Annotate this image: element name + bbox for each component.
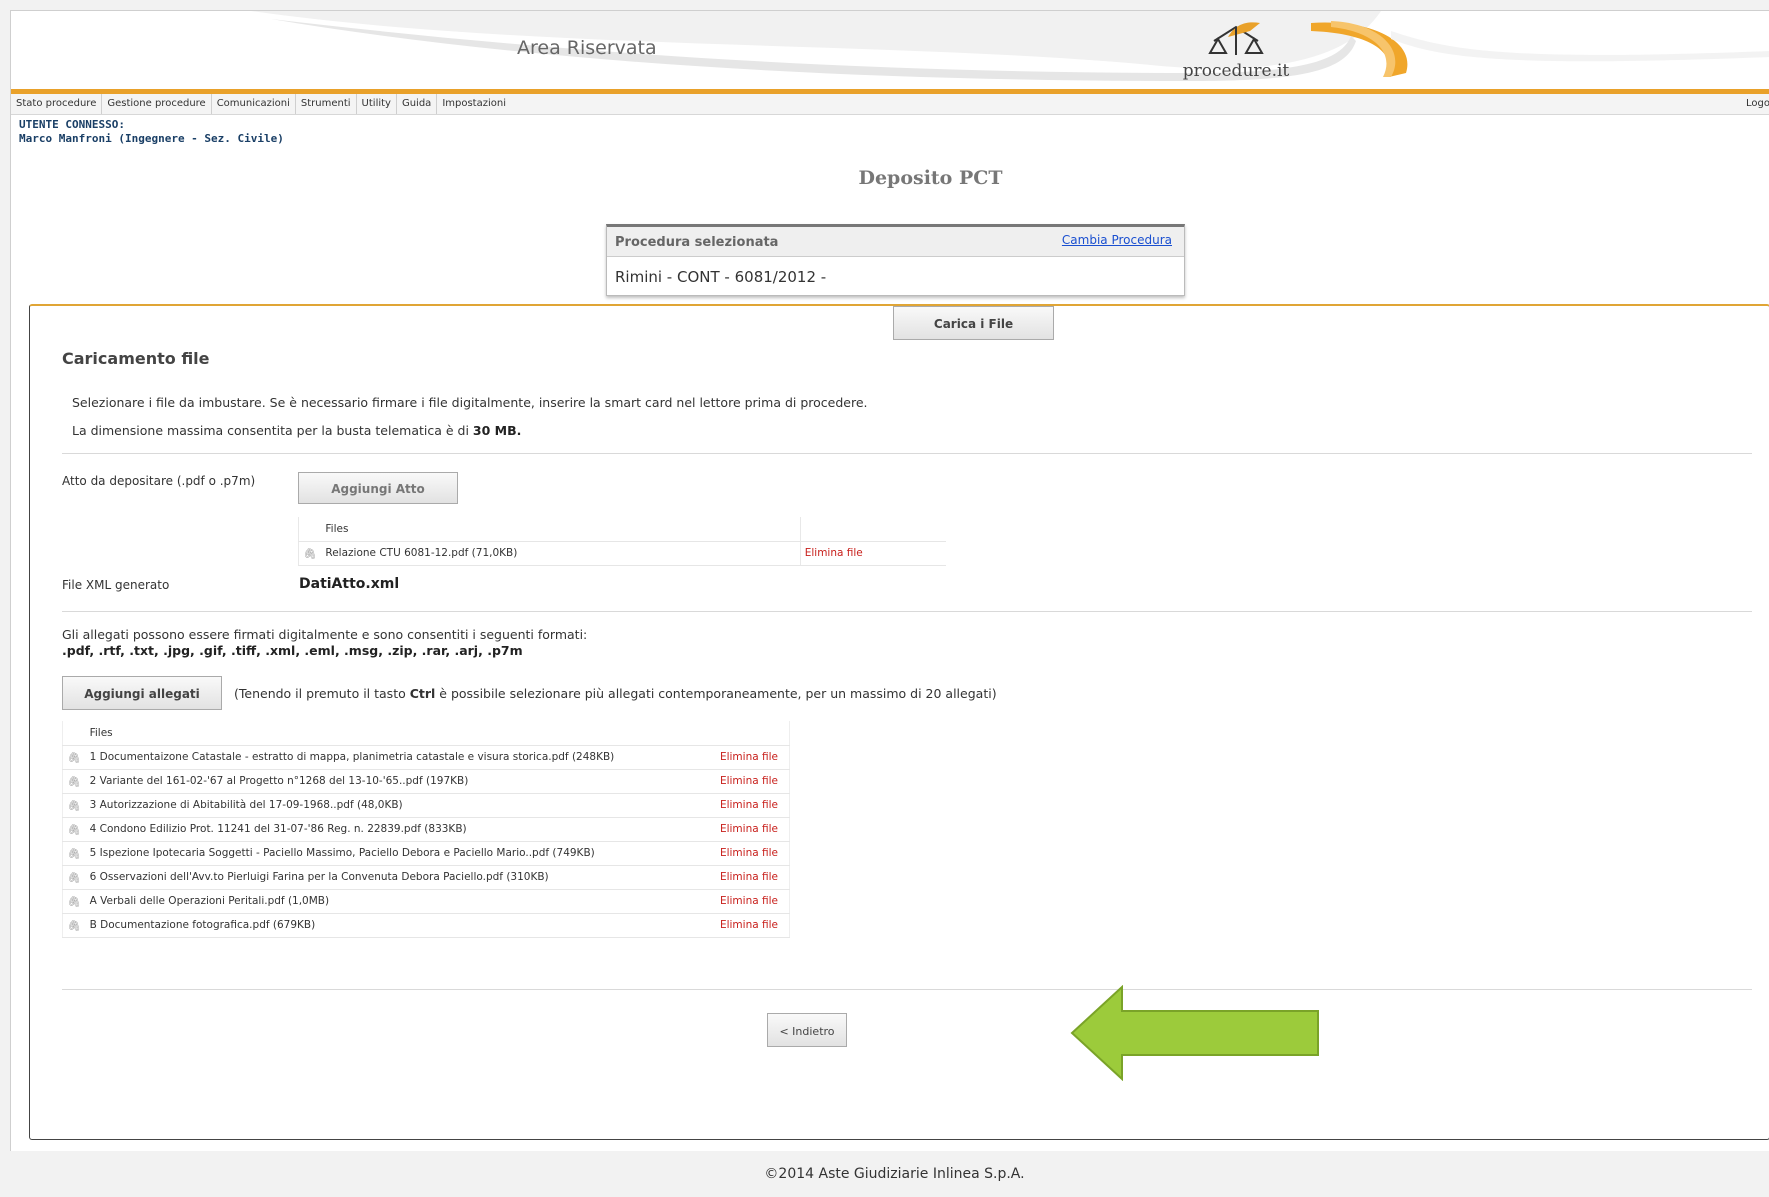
delete-file-link[interactable]: Elimina file <box>715 865 790 890</box>
xml-file-name: DatiAtto.xml <box>299 576 400 592</box>
logout-link[interactable]: Logo <box>1746 98 1769 109</box>
delete-file-link[interactable]: Elimina file <box>715 817 790 842</box>
max-size-note: La dimensione massima consentita per la … <box>72 423 521 438</box>
delete-file-link[interactable]: Elimina file <box>799 541 946 566</box>
selected-procedure-header: Procedura selezionata Cambia Procedura <box>607 227 1184 257</box>
files-column-header: Files <box>85 721 716 746</box>
procedure-logo[interactable]: procedure.it <box>1161 19 1311 85</box>
file-name: Relazione CTU 6081-12.pdf (71,0KB) <box>321 541 801 566</box>
table-row: 🖇 5 Ispezione Ipotecaria Soggetti - Paci… <box>62 841 790 866</box>
page-title: Deposito PCT <box>858 167 1003 189</box>
files-column-header: Files <box>321 517 801 542</box>
back-button[interactable]: < Indietro <box>767 1013 847 1047</box>
logo-text: procedure.it <box>1182 61 1290 81</box>
divider <box>62 989 1752 990</box>
file-name: 6 Osservazioni dell'Avv.to Pierluigi Far… <box>85 865 716 890</box>
connected-user-label: UTENTE CONNESSO: <box>19 118 125 131</box>
divider <box>62 453 1752 454</box>
menu-item-utility[interactable]: Utility <box>357 94 397 114</box>
file-name: 2 Variante del 161-02-'67 al Progetto n°… <box>85 769 716 794</box>
banner-swoosh-graphic <box>251 11 1769 81</box>
upload-files-button[interactable]: Carica i File <box>893 306 1054 340</box>
table-row: 🖇 B Documentazione fotografica.pdf (679K… <box>62 913 790 938</box>
menu-item-gestione-procedure[interactable]: Gestione procedure <box>102 94 212 114</box>
selected-procedure-box: Procedura selezionata Cambia Procedura R… <box>606 224 1185 296</box>
table-row: 🖇 A Verbali delle Operazioni Peritali.pd… <box>62 889 790 914</box>
menu-item-comunicazioni[interactable]: Comunicazioni <box>212 94 296 114</box>
delete-file-link[interactable]: Elimina file <box>715 841 790 866</box>
table-header-row: Files <box>298 517 946 542</box>
note-prefix: (Tenendo il premuto il tasto <box>234 686 410 701</box>
note-suffix: è possibile selezionare più allegati con… <box>435 686 997 701</box>
delete-file-link[interactable]: Elimina file <box>715 769 790 794</box>
paperclip-icon: 🖇 <box>62 913 86 938</box>
section-title: Caricamento file <box>62 349 210 368</box>
file-name: 5 Ispezione Ipotecaria Soggetti - Paciel… <box>85 841 716 866</box>
menu-item-impostazioni[interactable]: Impostazioni <box>437 94 511 114</box>
footer-copyright: ©2014 Aste Giudiziarie Inlinea S.p.A. <box>764 1166 1025 1182</box>
add-attachments-button[interactable]: Aggiungi allegati <box>62 676 222 710</box>
selected-procedure-value: Rimini - CONT - 6081/2012 - <box>615 268 827 286</box>
atto-label: Atto da depositare (.pdf o .p7m) <box>62 474 256 488</box>
table-header-row: Files <box>62 721 790 746</box>
paperclip-icon: 🖇 <box>298 541 322 566</box>
menu-item-strumenti[interactable]: Strumenti <box>296 94 357 114</box>
paperclip-icon: 🖇 <box>62 745 86 770</box>
divider <box>62 611 1752 612</box>
attachments-note: (Tenendo il premuto il tasto Ctrl è poss… <box>234 686 997 701</box>
paperclip-icon: 🖇 <box>62 889 86 914</box>
delete-file-link[interactable]: Elimina file <box>715 793 790 818</box>
main-menu: Stato procedure Gestione procedure Comun… <box>11 94 1769 115</box>
scales-of-justice-icon <box>1208 22 1264 55</box>
change-procedure-link[interactable]: Cambia Procedura <box>1062 233 1172 247</box>
attachments-table: Files 🖇 1 Documentaizone Catastale - est… <box>62 721 790 938</box>
table-row: 🖇 6 Osservazioni dell'Avv.to Pierluigi F… <box>62 865 790 890</box>
selected-procedure-label: Procedura selezionata <box>615 235 779 250</box>
delete-file-link[interactable]: Elimina file <box>715 913 790 938</box>
note-key: Ctrl <box>409 686 436 701</box>
table-row: 🖇 1 Documentaizone Catastale - estratto … <box>62 745 790 770</box>
table-row: 🖇 3 Autorizzazione di Abitabilità del 17… <box>62 793 790 818</box>
table-row: 🖇 2 Variante del 161-02-'67 al Progetto … <box>62 769 790 794</box>
paperclip-icon: 🖇 <box>62 817 86 842</box>
connected-user-name: Marco Manfroni (Ingegnere - Sez. Civile) <box>19 132 284 145</box>
paperclip-icon: 🖇 <box>62 865 86 890</box>
menu-item-stato-procedure[interactable]: Stato procedure <box>11 94 103 114</box>
paperclip-icon: 🖇 <box>62 769 86 794</box>
atto-files-table: Files 🖇 Relazione CTU 6081-12.pdf (71,0K… <box>298 517 946 566</box>
paperclip-icon: 🖇 <box>62 793 86 818</box>
table-row: 🖇 4 Condono Edilizio Prot. 11241 del 31-… <box>62 817 790 842</box>
file-name: 1 Documentaizone Catastale - estratto di… <box>85 745 716 770</box>
attachments-formats: .pdf, .rtf, .txt, .jpg, .gif, .tiff, .xm… <box>62 643 523 658</box>
paperclip-icon: 🖇 <box>62 841 86 866</box>
browser-frame: Area Riservata procedure.it Stato proced… <box>10 10 1769 1151</box>
file-name: B Documentazione fotografica.pdf (679KB) <box>85 913 716 938</box>
xml-label: File XML generato <box>62 578 170 592</box>
delete-file-link[interactable]: Elimina file <box>715 745 790 770</box>
file-name: 4 Condono Edilizio Prot. 11241 del 31-07… <box>85 817 716 842</box>
menu-item-guida[interactable]: Guida <box>397 94 438 114</box>
area-riservata-title: Area Riservata <box>517 37 657 59</box>
upload-panel: Caricamento file Selezionare i file da i… <box>29 304 1769 1140</box>
table-row: 🖇 Relazione CTU 6081-12.pdf (71,0KB) Eli… <box>298 541 946 566</box>
delete-file-link[interactable]: Elimina file <box>715 889 790 914</box>
header-banner: Area Riservata procedure.it <box>11 11 1769 89</box>
green-arrow-icon <box>1070 985 1319 1081</box>
add-atto-button[interactable]: Aggiungi Atto <box>298 472 458 504</box>
file-name: 3 Autorizzazione di Abitabilità del 17-0… <box>85 793 716 818</box>
max-size-prefix: La dimensione massima consentita per la … <box>72 423 473 438</box>
attachments-intro: Gli allegati possono essere firmati digi… <box>62 627 588 642</box>
file-name: A Verbali delle Operazioni Peritali.pdf … <box>85 889 716 914</box>
upload-instructions: Selezionare i file da imbustare. Se è ne… <box>72 395 868 410</box>
max-size-value: 30 MB. <box>472 423 522 438</box>
